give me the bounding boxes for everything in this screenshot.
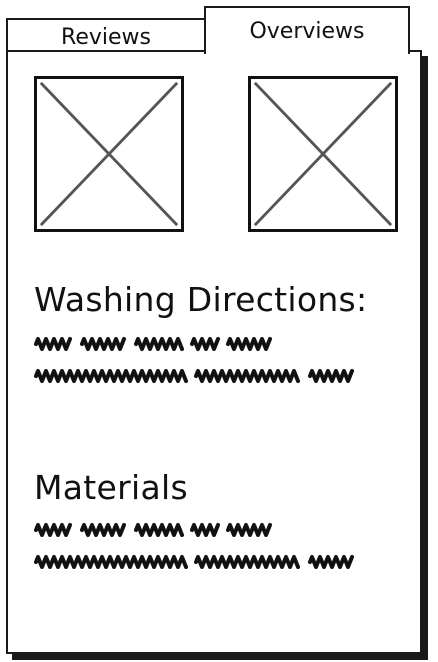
tab-reviews-label: Reviews [61,24,151,50]
scribble-stroke [34,523,272,537]
placeholder-text-line [34,334,364,354]
placeholder-text-line [34,520,364,540]
tab-reviews[interactable]: Reviews [6,18,206,54]
materials-heading: Materials [34,468,188,507]
placeholder-text-line [34,366,384,386]
tab-overviews[interactable]: Overviews [204,6,410,54]
scribble-stroke [34,555,354,569]
image-placeholder-icon [248,76,398,232]
image-placeholder-icon [34,76,184,232]
overview-panel: Washing Directions: Materials [6,50,422,654]
tab-overviews-label: Overviews [249,18,365,44]
scribble-stroke [34,337,272,351]
washing-directions-heading: Washing Directions: [34,280,368,319]
placeholder-text-line [34,552,384,572]
scribble-stroke [34,369,354,383]
